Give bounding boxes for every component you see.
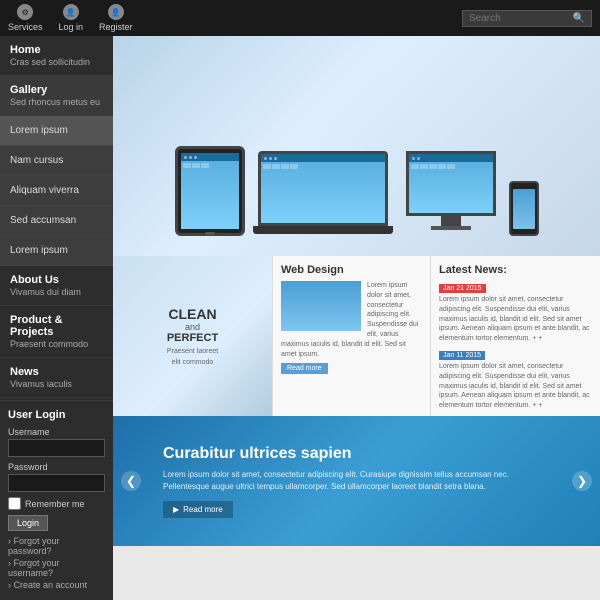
banner-content: Curabitur ultrices sapien Lorem ipsum do… bbox=[143, 445, 570, 518]
dropdown-item-3[interactable]: Sed accumsan bbox=[0, 206, 113, 236]
dropdown-item-4[interactable]: Lorem ipsum bbox=[0, 236, 113, 266]
username-label: Username bbox=[8, 427, 105, 437]
news-date-0: Jan 21 2015 bbox=[439, 284, 486, 293]
dropdown-item-0[interactable]: Lorem ipsum bbox=[0, 116, 113, 146]
dropdown-item-2[interactable]: Aliquam viverra bbox=[0, 176, 113, 206]
clean-bg: CLEAN and PERFECT Praesent laoreet elit … bbox=[113, 256, 272, 416]
user-login-panel: User Login Username Password Remember me… bbox=[0, 400, 113, 600]
login-nav[interactable]: 👤 Log in bbox=[59, 4, 84, 32]
services-nav[interactable]: ⚙ Services bbox=[8, 4, 43, 32]
tablet-screen bbox=[181, 153, 239, 229]
perfect-text: PERFECT bbox=[167, 332, 218, 344]
banner-read-more[interactable]: ▶ Read more bbox=[163, 501, 233, 518]
search-input[interactable] bbox=[469, 13, 573, 24]
web-design-read-more[interactable]: Read more bbox=[281, 363, 328, 374]
news-item-0: Jan 21 2015 Lorem ipsum dolor sit amet, … bbox=[439, 281, 592, 344]
sidebar-item-news[interactable]: News Vivamus iaculis bbox=[0, 358, 113, 398]
web-design-title: Web Design bbox=[281, 264, 422, 276]
web-design-section: Web Design Lorem ipsum dolor sit amet, c… bbox=[273, 256, 430, 416]
sidebar: Home Cras sed sollicitudin Gallery Sed r… bbox=[0, 36, 113, 600]
middle-section: CLEAN and PERFECT Praesent laoreet elit … bbox=[113, 256, 600, 416]
dropdown-item-1[interactable]: Nam cursus bbox=[0, 146, 113, 176]
sidebar-item-home[interactable]: Home Cras sed sollicitudin bbox=[0, 36, 113, 76]
username-input[interactable] bbox=[8, 439, 105, 457]
play-icon: ▶ bbox=[173, 505, 179, 514]
device-monitor bbox=[401, 151, 501, 241]
search-icon[interactable]: 🔍 bbox=[573, 13, 585, 24]
search-box[interactable]: 🔍 bbox=[462, 10, 592, 27]
latest-news-section: Latest News: Jan 21 2015 Lorem ipsum dol… bbox=[430, 256, 600, 416]
laptop-screen bbox=[258, 151, 388, 226]
register-nav[interactable]: 👤 Register bbox=[99, 4, 133, 32]
gallery-dropdown: Lorem ipsum Nam cursus Aliquam viverra S… bbox=[0, 116, 113, 266]
next-button[interactable]: ❯ bbox=[572, 471, 592, 491]
device-laptop bbox=[253, 151, 393, 241]
device-tablet bbox=[175, 146, 245, 236]
password-input[interactable] bbox=[8, 474, 105, 492]
create-account-link[interactable]: Create an account bbox=[8, 580, 105, 590]
sidebar-item-products[interactable]: Product & Projects Praesent commodo bbox=[0, 306, 113, 358]
password-label: Password bbox=[8, 462, 105, 472]
clean-sub1: Praesent laoreet bbox=[167, 348, 218, 355]
forgot-username-link[interactable]: Forgot your username? bbox=[8, 558, 105, 578]
forgot-password-link[interactable]: Forgot your password? bbox=[8, 536, 105, 556]
login-icon: 👤 bbox=[63, 4, 79, 20]
sidebar-item-gallery[interactable]: Gallery Sed rhoncus metus eu bbox=[0, 76, 113, 116]
remember-row: Remember me bbox=[8, 497, 105, 510]
sidebar-item-about[interactable]: About Us Vivamus dui diam bbox=[0, 266, 113, 306]
devices-banner bbox=[113, 36, 600, 256]
clean-sub2: elit commodo bbox=[172, 359, 214, 366]
remember-checkbox[interactable] bbox=[8, 497, 21, 510]
news-text-0: Lorem ipsum dolor sit amet, consectetur … bbox=[439, 295, 592, 344]
register-icon: 👤 bbox=[108, 4, 124, 20]
monitor-screen bbox=[406, 151, 496, 216]
devices-container bbox=[113, 36, 600, 256]
news-item-1: Jan 11 2015 Lorem ipsum dolor sit amet, … bbox=[439, 348, 592, 411]
phone-screen bbox=[513, 189, 535, 229]
news-date-1: Jan 11 2015 bbox=[439, 351, 485, 360]
clean-text: CLEAN bbox=[168, 306, 216, 323]
content-area: CLEAN and PERFECT Praesent laoreet elit … bbox=[113, 36, 600, 600]
topbar: ⚙ Services 👤 Log in 👤 Register 🔍 bbox=[0, 0, 600, 36]
device-phone bbox=[509, 181, 539, 236]
bottom-banner: ❮ Curabitur ultrices sapien Lorem ipsum … bbox=[113, 416, 600, 546]
main-layout: Home Cras sed sollicitudin Gallery Sed r… bbox=[0, 36, 600, 600]
banner-title: Curabitur ultrices sapien bbox=[163, 445, 550, 463]
and-text: and bbox=[185, 322, 200, 332]
services-icon: ⚙ bbox=[17, 4, 33, 20]
news-text-1: Lorem ipsum dolor sit amet, consectetur … bbox=[439, 362, 592, 411]
clean-perfect-section: CLEAN and PERFECT Praesent laoreet elit … bbox=[113, 256, 273, 416]
banner-text: Lorem ipsum dolor sit amet, consectetur … bbox=[163, 469, 550, 493]
prev-button[interactable]: ❮ bbox=[121, 471, 141, 491]
latest-news-title: Latest News: bbox=[439, 264, 592, 276]
login-button[interactable]: Login bbox=[8, 515, 48, 531]
web-design-preview bbox=[281, 281, 361, 331]
